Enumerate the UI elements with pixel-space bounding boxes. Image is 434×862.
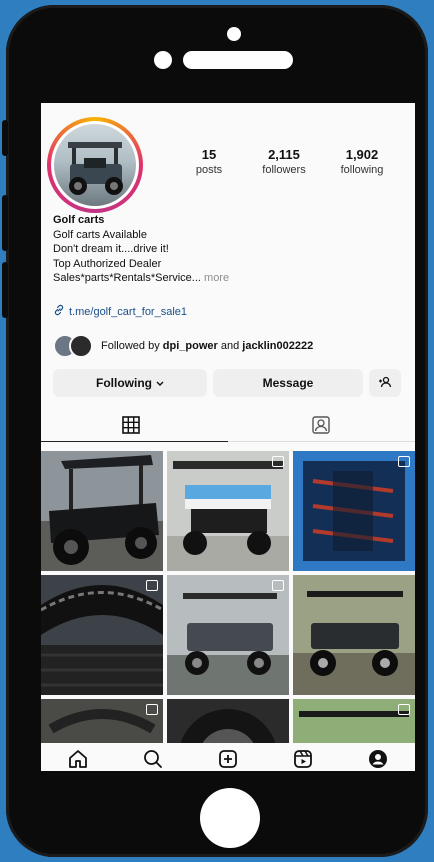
grid-icon[interactable] (121, 415, 141, 440)
phone-frame: 15 posts 2,115 followers 1,902 following… (6, 5, 428, 857)
search-icon[interactable] (141, 747, 165, 771)
post-thumbnail[interactable] (41, 451, 163, 571)
message-button[interactable]: Message (213, 369, 363, 397)
earpiece-speaker (183, 51, 293, 69)
active-tab-indicator (41, 441, 228, 442)
more-link[interactable]: more (204, 272, 229, 284)
bottom-nav (41, 743, 415, 771)
sensor-dot (154, 51, 172, 69)
volume-up-button (2, 195, 8, 251)
posts-label: posts (195, 164, 223, 176)
profile-avatar[interactable] (47, 117, 143, 213)
volume-down-button (2, 262, 8, 318)
follower-avatar (69, 334, 93, 358)
link-icon (53, 304, 65, 319)
bio-line: Don't dream it....drive it! (53, 243, 169, 255)
message-button-label: Message (262, 376, 314, 390)
front-camera (227, 27, 241, 41)
posts-stat[interactable]: 15 posts (189, 147, 229, 176)
followers-stat[interactable]: 2,115 followers (253, 147, 315, 176)
followers-count: 2,115 (268, 147, 300, 162)
post-thumbnail[interactable] (41, 575, 163, 695)
side-button (2, 120, 8, 156)
profile-screen: 15 posts 2,115 followers 1,902 following… (41, 103, 415, 771)
add-person-icon (378, 375, 392, 392)
followed-by-joiner: and (220, 340, 240, 352)
suggested-users-button[interactable] (369, 369, 401, 397)
followers-label: followers (262, 164, 306, 176)
following-button[interactable]: Following (53, 369, 207, 397)
home-icon[interactable] (66, 747, 90, 771)
multiple-photos-icon (272, 580, 284, 591)
bio-line: Sales*parts*Rentals*Service... (53, 272, 201, 284)
post-thumbnail[interactable] (293, 575, 415, 695)
post-thumbnail[interactable] (167, 575, 289, 695)
home-button[interactable] (200, 788, 260, 848)
bio-line: Top Authorized Dealer (53, 257, 162, 270)
followed-by-prefix: Followed by (101, 340, 160, 352)
posts-count: 15 (201, 147, 217, 162)
profile-link-text[interactable]: t.me/golf_cart_for_sale1 (69, 306, 187, 318)
following-button-label: Following (96, 376, 152, 390)
bio-line: Golf carts Available (53, 228, 147, 241)
follower-username[interactable]: jacklin002222 (242, 340, 313, 352)
post-thumbnail[interactable] (167, 451, 289, 571)
profile-icon[interactable] (366, 747, 390, 771)
following-stat[interactable]: 1,902 following (331, 147, 393, 176)
follower-username[interactable]: dpi_power (163, 340, 218, 352)
profile-bio: Golf carts Golf carts Available Don't dr… (53, 213, 393, 286)
multiple-photos-icon (398, 704, 410, 715)
profile-tabs (41, 409, 415, 441)
post-thumbnail[interactable] (293, 451, 415, 571)
following-label: following (340, 164, 384, 176)
multiple-photos-icon (272, 456, 284, 467)
chevron-down-icon (156, 376, 164, 390)
followed-by-row[interactable]: Followed by dpi_power and jacklin002222 (53, 334, 313, 358)
avatar-golf-cart-image (54, 124, 136, 206)
multiple-photos-icon (146, 580, 158, 591)
reels-icon[interactable] (291, 747, 315, 771)
profile-name: Golf carts (53, 214, 105, 226)
multiple-photos-icon (146, 704, 158, 715)
profile-link[interactable]: t.me/golf_cart_for_sale1 (53, 304, 187, 319)
multiple-photos-icon (398, 456, 410, 467)
following-count: 1,902 (345, 147, 379, 162)
create-icon[interactable] (216, 747, 240, 771)
tagged-icon[interactable] (311, 415, 331, 440)
